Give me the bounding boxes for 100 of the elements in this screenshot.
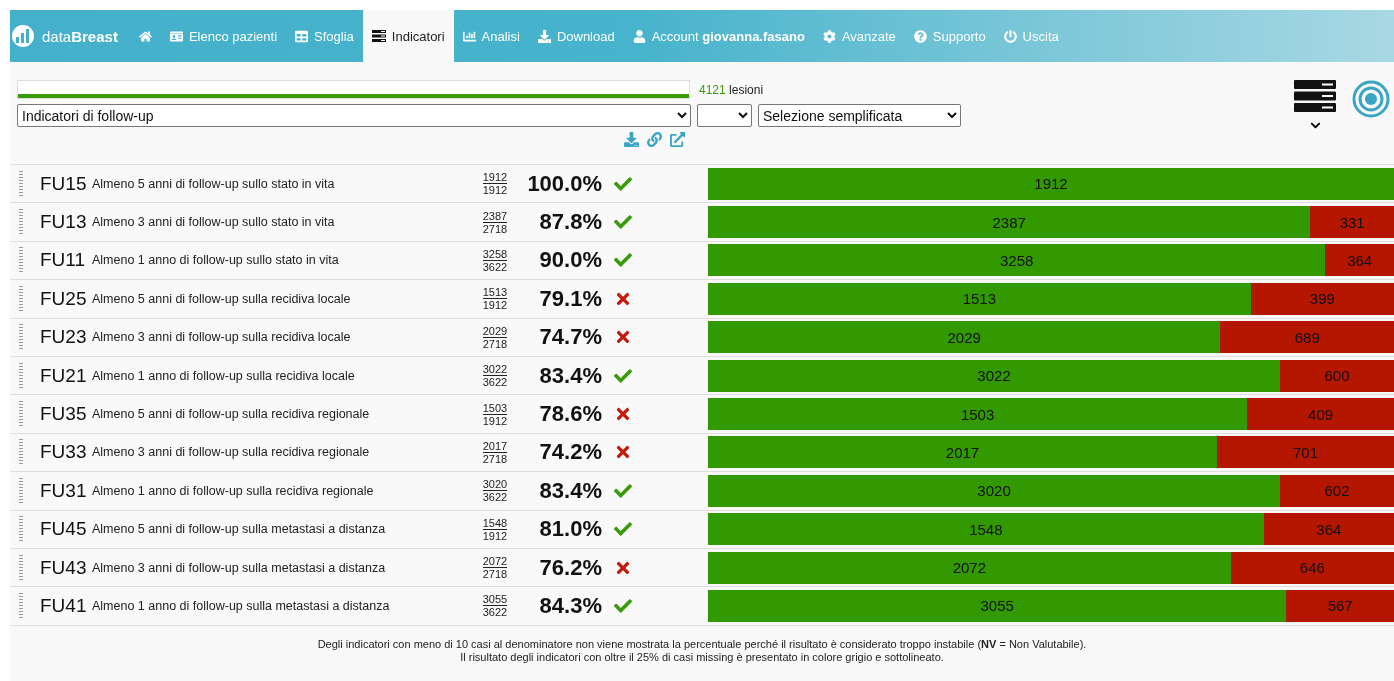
drag-handle[interactable] <box>19 515 23 544</box>
power-icon <box>1003 29 1017 43</box>
nav-tab[interactable]: Account giovanna.fasano <box>623 10 814 62</box>
drag-handle[interactable] <box>19 246 23 275</box>
bar-segment: 331 <box>1310 206 1394 239</box>
indicator-label: Almeno 1 anno di follow-up sullo stato in vita <box>92 253 340 268</box>
indicator-code: FU43 <box>40 556 88 579</box>
numerator: 1548 <box>482 516 508 530</box>
numerator: 2072 <box>482 555 508 569</box>
nav-tab[interactable]: Supporto <box>904 10 995 62</box>
bar-segment: 2072 <box>708 551 1231 584</box>
drag-handle[interactable] <box>19 208 23 237</box>
check-icon <box>614 174 632 193</box>
nav-tab[interactable]: Uscita <box>994 10 1068 62</box>
denominator: 3622 <box>482 491 508 504</box>
bar-segment: 689 <box>1220 321 1394 354</box>
numerator: 1503 <box>482 401 508 415</box>
drag-handle[interactable] <box>19 323 23 352</box>
bar-segment: 567 <box>1286 590 1394 622</box>
indicator-label: Almeno 5 anni di follow-up sulla recidiva locale <box>92 291 352 306</box>
percentage: 83.4% <box>538 477 602 504</box>
indicator-code: FU25 <box>40 287 88 310</box>
bar-segment: 1912 <box>708 167 1394 200</box>
indicator-label: Almeno 3 anni di follow-up sullo stato in vita <box>92 215 336 230</box>
target-icon[interactable] <box>1352 80 1390 118</box>
settings-icon <box>822 29 836 43</box>
check-icon <box>614 251 632 270</box>
indicator-code: FU45 <box>40 518 88 541</box>
numerator: 3022 <box>482 363 508 377</box>
user-icon <box>632 29 646 43</box>
denominator: 2718 <box>482 452 508 465</box>
bar-segment: 3020 <box>708 474 1281 507</box>
download-icon <box>537 29 551 43</box>
chevron-down-icon[interactable] <box>1309 120 1321 131</box>
percentage: 74.2% <box>538 439 602 466</box>
bar-segment: 701 <box>1217 436 1394 469</box>
download-icon[interactable] <box>624 132 639 147</box>
bar-segment: 1513 <box>708 282 1251 315</box>
nav-tab[interactable]: Download <box>528 10 624 62</box>
indicator-label: Almeno 3 anni di follow-up sulla recidiva locale <box>92 330 352 345</box>
numerator: 2017 <box>482 439 508 453</box>
list-icon <box>371 30 386 42</box>
bar-segment: 3055 <box>708 590 1287 622</box>
percentage: 79.1% <box>538 285 602 312</box>
drag-handle[interactable] <box>19 476 23 505</box>
indicator-code: FU15 <box>40 172 88 195</box>
denominator: 3622 <box>482 606 508 619</box>
percentage: 78.6% <box>538 401 602 428</box>
link-icon[interactable] <box>647 132 662 147</box>
drag-handle[interactable] <box>19 400 23 429</box>
nav-tab[interactable]: Sfoglia <box>286 10 363 62</box>
percentage: 84.3% <box>538 593 602 619</box>
indicator-code: FU35 <box>40 403 88 426</box>
nav-tab[interactable]: Avanzate <box>813 10 905 62</box>
drag-handle[interactable] <box>19 284 23 313</box>
bar-segment: 364 <box>1263 513 1394 546</box>
bar-chart-icon <box>462 29 476 43</box>
nav-tab[interactable]: Analisi <box>453 10 529 62</box>
footnote: Il risultato degli indicatori con oltre il 25% di casi missing è presentato in colore grigio e sottolineato. <box>460 650 944 663</box>
filter-select[interactable] <box>697 104 752 127</box>
bar-segment: 409 <box>1247 398 1394 431</box>
check-icon <box>614 213 632 232</box>
drag-handle[interactable] <box>19 592 23 620</box>
bar-segment: 1548 <box>708 513 1264 546</box>
bar-segment: 600 <box>1280 359 1394 392</box>
stacked-list-icon[interactable] <box>1294 80 1336 112</box>
drag-handle[interactable] <box>19 553 23 582</box>
mode-select[interactable]: Selezione semplificata <box>758 104 961 127</box>
drag-handle[interactable] <box>19 438 23 467</box>
numerator: 2387 <box>482 209 508 223</box>
percentage: 90.0% <box>538 247 602 274</box>
check-icon <box>614 481 632 500</box>
indicator-label: Almeno 5 anni di follow-up sulla recidiva regionale <box>92 407 371 422</box>
external-link-icon[interactable] <box>670 132 685 147</box>
bar-segment: 1503 <box>708 398 1248 431</box>
indicator-label: Almeno 5 anni di follow-up sullo stato in vita <box>92 176 336 191</box>
bar-segment: 3258 <box>708 244 1326 277</box>
bar-segment: 364 <box>1325 244 1394 277</box>
bar-segment: 2017 <box>708 436 1217 469</box>
nav-tab[interactable]: Elenco pazienti <box>160 10 287 62</box>
bar-segment: 3022 <box>708 359 1281 392</box>
numerator: 3020 <box>482 478 508 492</box>
check-icon <box>614 520 632 539</box>
indicator-select[interactable]: Indicatori di follow-up <box>17 104 691 127</box>
brand-name[interactable]: dataBreast <box>42 27 118 45</box>
bar-segment: 2029 <box>708 321 1221 354</box>
indicator-code: FU21 <box>40 364 88 387</box>
percentage: 100.0% <box>526 170 602 197</box>
bar-segment: 399 <box>1250 282 1394 315</box>
denominator: 1912 <box>482 299 508 312</box>
table-icon <box>295 29 309 43</box>
drag-handle[interactable] <box>19 361 23 390</box>
indicator-code: FU13 <box>40 211 88 234</box>
drag-handle[interactable] <box>19 169 23 198</box>
denominator: 1912 <box>482 414 508 427</box>
nav-tab[interactable]: Indicatori <box>362 10 454 62</box>
check-icon <box>614 366 632 385</box>
indicator-code: FU23 <box>40 326 88 349</box>
bar-segment: 2387 <box>708 206 1311 239</box>
indicator-label: Almeno 3 anni di follow-up sulla metastasi a distanza <box>92 560 387 575</box>
